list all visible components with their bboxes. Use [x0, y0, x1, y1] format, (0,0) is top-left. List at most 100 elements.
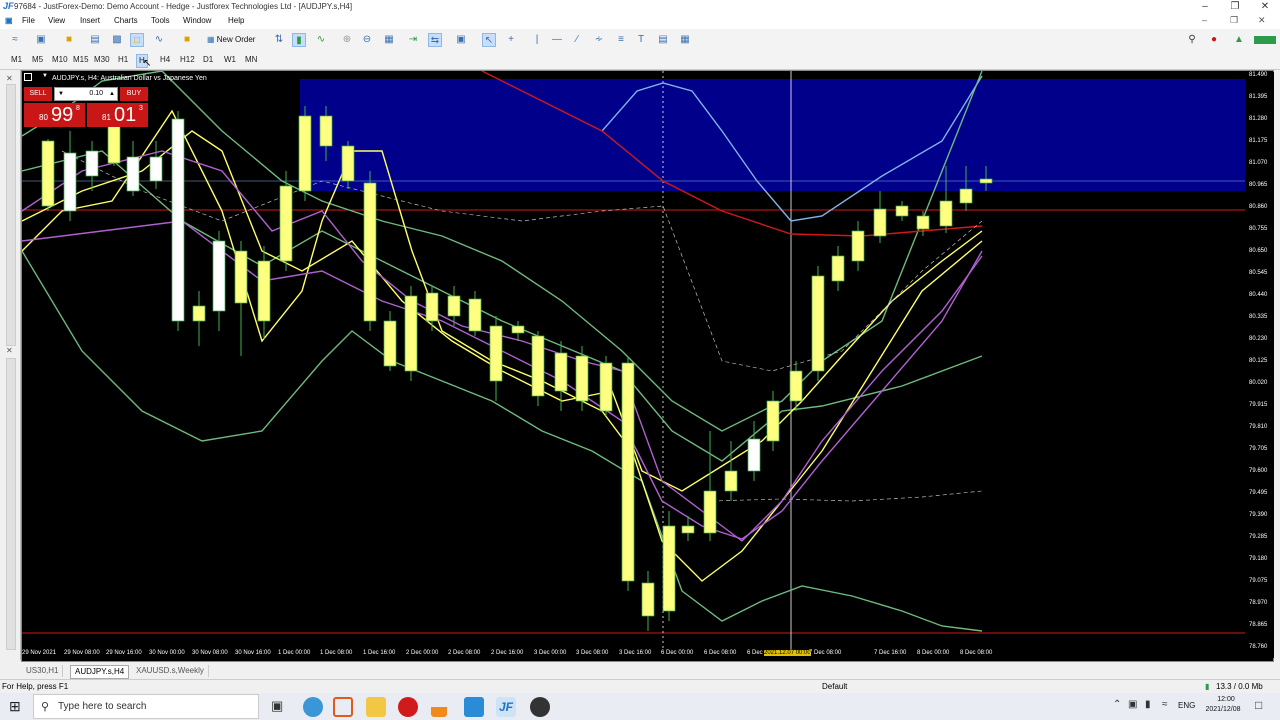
- trendline-icon[interactable]: ∕: [570, 33, 584, 47]
- ide-icon[interactable]: ▤: [88, 33, 102, 47]
- price-chart[interactable]: [22, 71, 1273, 661]
- zoom-in-icon[interactable]: ⊕: [340, 33, 354, 47]
- menu-insert[interactable]: Insert: [80, 16, 100, 25]
- buy-price[interactable]: 81 01 3: [87, 103, 148, 127]
- app-menu-icon[interactable]: ▣: [5, 16, 13, 25]
- tab-us30[interactable]: US30,H1: [22, 665, 64, 677]
- text-tool-icon[interactable]: T: [634, 33, 648, 47]
- tf-h4[interactable]: H4: [158, 54, 172, 66]
- candle-body: [257, 260, 271, 322]
- zoom-out-icon[interactable]: ⊖: [360, 33, 374, 47]
- tf-w1[interactable]: W1: [222, 54, 238, 66]
- tf-mn[interactable]: MN: [243, 54, 259, 66]
- close-button[interactable]: ✕: [1250, 0, 1280, 15]
- opera-browser-icon[interactable]: [398, 697, 418, 717]
- child-close-icon[interactable]: ✕: [1258, 15, 1266, 26]
- menu-tools[interactable]: Tools: [151, 16, 170, 25]
- tray-time[interactable]: 12:00: [1210, 696, 1242, 703]
- menu-view[interactable]: View: [48, 16, 65, 25]
- child-minimize-icon[interactable]: –: [1202, 15, 1207, 25]
- algo-trading-icon[interactable]: ⇅: [272, 33, 286, 47]
- tray-battery-icon[interactable]: ▮: [1145, 699, 1151, 710]
- restore-button[interactable]: ❐: [1220, 0, 1250, 15]
- tile-windows-icon[interactable]: ▦: [382, 33, 396, 47]
- menu-help[interactable]: Help: [228, 16, 244, 25]
- tf-m1[interactable]: M1: [9, 54, 24, 66]
- vlc-icon[interactable]: [431, 697, 447, 717]
- buy-button[interactable]: BUY: [120, 87, 148, 101]
- price-tick-label: 80.440: [1249, 292, 1268, 298]
- tab-xauusd[interactable]: XAUUSD.s,Weekly: [132, 665, 209, 677]
- market-watch-icon[interactable]: ■: [62, 33, 76, 47]
- tf-h12[interactable]: H12: [178, 54, 197, 66]
- obs-icon[interactable]: [530, 697, 550, 717]
- minimize-button[interactable]: –: [1190, 0, 1220, 15]
- tf-h1[interactable]: H1: [116, 54, 130, 66]
- panel-close-icon[interactable]: ✕: [6, 74, 13, 83]
- panel2-close-icon[interactable]: ✕: [6, 346, 13, 355]
- chart-shift-icon[interactable]: ⇆: [428, 33, 442, 47]
- time-tick-label: 2 Dec 08:00: [448, 650, 481, 656]
- channel-icon[interactable]: ∻: [592, 33, 606, 47]
- candle-body: [724, 470, 738, 492]
- sell-price[interactable]: 80 99 8: [24, 103, 85, 127]
- tf-m10[interactable]: M10: [50, 54, 70, 66]
- justforex-app-icon[interactable]: JF: [496, 697, 516, 717]
- tf-d1[interactable]: D1: [201, 54, 215, 66]
- new-order-button[interactable]: ▦ New Order: [204, 32, 258, 48]
- bar-chart-icon[interactable]: ▮: [292, 33, 306, 47]
- panel-scrollbar[interactable]: [6, 84, 16, 346]
- data-window-icon[interactable]: ▩: [110, 33, 124, 47]
- panel2-scrollbar[interactable]: [6, 358, 16, 650]
- line-chart-icon[interactable]: ∿: [314, 33, 328, 47]
- task-view-icon[interactable]: ▣: [271, 698, 283, 714]
- new-chart-icon[interactable]: ≈: [8, 33, 22, 47]
- taskbar-search[interactable]: ⚲ Type here to search: [33, 694, 259, 719]
- connection-status-bar: [1254, 36, 1276, 44]
- indicators-icon[interactable]: ∿: [152, 33, 166, 47]
- lot-size-input[interactable]: 0.10 ▼ ▲: [54, 87, 118, 101]
- edge-browser-icon[interactable]: [303, 697, 323, 717]
- action-center-icon[interactable]: □: [1255, 698, 1262, 712]
- navigator-icon[interactable]: □: [130, 33, 144, 47]
- child-restore-icon[interactable]: ❐: [1230, 15, 1238, 26]
- tf-m15[interactable]: M15: [71, 54, 91, 66]
- menu-charts[interactable]: Charts: [114, 16, 138, 25]
- fibonacci-icon[interactable]: ≡: [614, 33, 628, 47]
- windows-start-icon[interactable]: ⊞: [9, 698, 21, 715]
- tray-arrow-icon[interactable]: ⌃: [1113, 699, 1121, 710]
- candle-body: [873, 208, 887, 237]
- cursor-icon[interactable]: ↖: [482, 33, 496, 47]
- screenshot-icon[interactable]: ▣: [454, 33, 468, 47]
- profiles-icon[interactable]: ▣: [34, 33, 48, 47]
- chart-window[interactable]: ▼: [21, 70, 1274, 662]
- sell-button[interactable]: SELL: [24, 87, 52, 101]
- account-icon[interactable]: ▲: [1232, 33, 1246, 47]
- time-tick-label: 30 Nov 16:00: [235, 650, 271, 656]
- label-tool-icon[interactable]: ▤: [656, 33, 670, 47]
- time-axis: 29 Nov 2021 29 Nov 08:00 29 Nov 16:00 30 No…: [22, 650, 1246, 660]
- tf-m30[interactable]: M30: [92, 54, 112, 66]
- store-icon[interactable]: [464, 697, 484, 717]
- vertical-line-icon[interactable]: |: [530, 33, 544, 47]
- file-explorer-icon[interactable]: [366, 697, 386, 717]
- tf-m5[interactable]: M5: [30, 54, 45, 66]
- tray-network-icon[interactable]: ▣: [1128, 699, 1137, 710]
- menu-file[interactable]: File: [22, 16, 35, 25]
- tray-language[interactable]: ENG: [1178, 701, 1195, 710]
- search-icon[interactable]: ⚲: [1185, 33, 1199, 47]
- lock-icon[interactable]: ■: [180, 33, 194, 47]
- tray-wifi-icon[interactable]: ≈: [1162, 699, 1168, 710]
- shapes-icon[interactable]: ▦: [678, 33, 692, 47]
- time-tick-label: 29 Nov 16:00: [106, 650, 142, 656]
- crosshair-icon[interactable]: +: [504, 33, 518, 47]
- horizontal-line-icon[interactable]: —: [550, 33, 564, 47]
- notifications-icon[interactable]: ●: [1207, 33, 1221, 47]
- autoscroll-icon[interactable]: ⇥: [406, 33, 420, 47]
- menu-window[interactable]: Window: [183, 16, 211, 25]
- tab-audjpy[interactable]: AUDJPY.s,H4: [70, 665, 130, 679]
- media-player-icon[interactable]: [333, 697, 353, 717]
- tray-date[interactable]: 2021/12/08: [1200, 706, 1246, 713]
- menu-bar: ▣ File View Insert Charts Tools Window H…: [0, 15, 1280, 29]
- time-tick-label: 30 Nov 08:00: [192, 650, 228, 656]
